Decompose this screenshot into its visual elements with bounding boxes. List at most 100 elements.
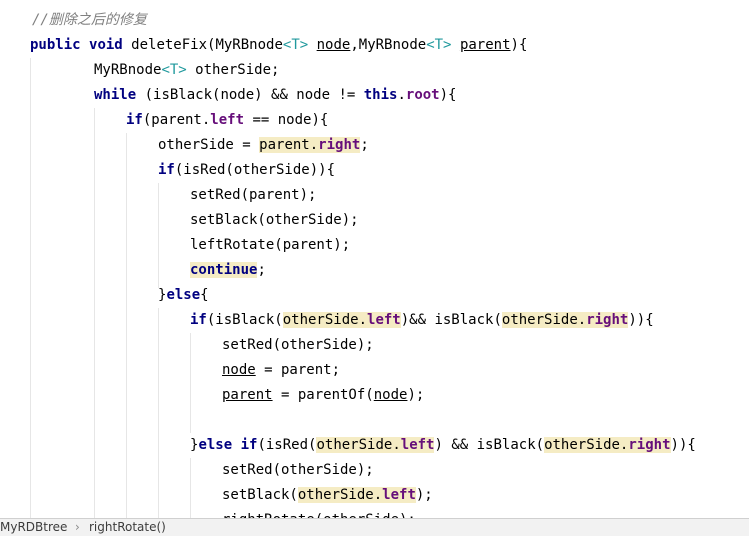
code-token: left — [210, 112, 245, 128]
code-token: setRed(otherSide); — [222, 337, 374, 353]
code-token: else — [166, 287, 201, 303]
indent-guide — [30, 58, 31, 518]
code-token: )){ — [628, 312, 654, 328]
code-editor[interactable]: //删除之后的修复 public void deleteFix(MyRBnode<… — [0, 0, 749, 518]
code-line[interactable]: setBlack(otherSide.left); — [222, 483, 433, 508]
code-token: = parent; — [255, 362, 341, 378]
code-token: otherSide. — [501, 312, 587, 328]
code-token: MyRBnode — [94, 62, 162, 78]
code-token: (isRed( — [257, 437, 317, 453]
code-token: this — [363, 87, 398, 103]
breadcrumb-separator-icon: › — [75, 520, 80, 534]
code-token: node — [222, 362, 256, 378]
code-token: while — [94, 87, 137, 103]
code-token: right — [586, 312, 629, 328]
code-token: if — [240, 437, 258, 453]
code-token: continue — [190, 262, 258, 278]
code-token: root — [405, 87, 440, 103]
code-token: { — [200, 287, 209, 303]
code-token: if — [190, 312, 207, 328]
code-token: (isRed(otherSide)){ — [174, 162, 336, 178]
code-line[interactable]: setBlack(otherSide); — [190, 208, 359, 233]
code-line[interactable]: while (isBlack(node) && node != this.roo… — [94, 83, 456, 108]
code-token: otherSide; — [186, 62, 280, 78]
breadcrumb-class[interactable]: MyRDBtree — [0, 519, 67, 536]
code-token: otherSide. — [544, 437, 629, 453]
code-line[interactable]: public void deleteFix(MyRBnode<T> node,M… — [30, 33, 527, 58]
code-token: node — [373, 387, 408, 403]
code-line[interactable]: }else if(isRed(otherSide.left) && isBlac… — [190, 433, 696, 458]
code-token: setBlack(otherSide); — [190, 212, 359, 228]
code-token: else — [198, 437, 233, 453]
code-token: ){ — [510, 37, 528, 53]
code-line[interactable]: if(parent.left == node){ — [126, 108, 328, 133]
code-token: void — [89, 37, 123, 53]
code-token: ,MyRBnode — [350, 37, 427, 53]
code-token: if — [126, 112, 143, 128]
code-token: right — [318, 137, 361, 153]
code-token: leftRotate(parent); — [190, 237, 351, 253]
code-token: ) && isBlack( — [434, 437, 545, 453]
code-token: node — [316, 37, 351, 53]
code-token: )&& isBlack( — [400, 312, 502, 328]
code-token: setRed(otherSide); — [222, 462, 374, 478]
code-token: <T> — [161, 62, 187, 78]
code-token: <T> — [282, 37, 309, 53]
code-token: deleteFix(MyRBnode — [122, 37, 283, 53]
code-token: left — [382, 487, 416, 503]
indent-guide — [126, 133, 127, 518]
code-line[interactable]: continue; — [190, 258, 266, 283]
code-token: otherSide. — [316, 437, 401, 453]
code-token: left — [367, 312, 401, 328]
code-token: public — [30, 37, 81, 53]
code-token: parent — [222, 387, 273, 403]
code-line[interactable]: //删除之后的修复 — [32, 8, 147, 33]
code-token: right — [628, 437, 671, 453]
code-token: == node){ — [244, 112, 329, 128]
code-line[interactable]: setRed(parent); — [190, 183, 316, 208]
code-token: setBlack( — [222, 487, 298, 503]
code-line[interactable]: parent = parentOf(node); — [222, 383, 424, 408]
code-token: left — [400, 437, 435, 453]
code-token: ){ — [439, 87, 457, 103]
code-token: = parentOf( — [272, 387, 374, 403]
code-line[interactable]: leftRotate(parent); — [190, 233, 350, 258]
code-line[interactable]: if(isRed(otherSide)){ — [158, 158, 335, 183]
code-line[interactable]: }else{ — [158, 283, 209, 308]
indent-guide — [158, 308, 159, 518]
code-token: (isBlack( — [206, 312, 283, 328]
code-token: (isBlack(node) && node != — [136, 87, 364, 103]
code-line[interactable]: MyRBnode<T> otherSide; — [94, 58, 279, 83]
code-token: otherSide. — [282, 312, 368, 328]
code-token: ; — [257, 262, 266, 278]
code-token: (parent. — [142, 112, 211, 128]
code-token: ; — [360, 137, 369, 153]
status-bar: MyRDBtree › rightRotate() — [0, 518, 749, 536]
code-token: otherSide. — [297, 487, 383, 503]
code-token: //删除之后的修复 — [32, 12, 147, 28]
code-token: . — [397, 87, 406, 103]
code-token: parent — [459, 37, 511, 53]
code-line[interactable]: node = parent; — [222, 358, 340, 383]
code-line[interactable]: rightRotate(otherSide); — [222, 508, 416, 518]
code-line[interactable]: setRed(otherSide); — [222, 458, 374, 483]
indent-guide — [94, 108, 95, 518]
code-token: parent. — [259, 137, 319, 153]
code-token: ); — [415, 487, 433, 503]
code-token: if — [158, 162, 175, 178]
code-line[interactable]: otherSide = parent.right; — [158, 133, 369, 158]
code-token: ); — [407, 387, 425, 403]
code-token: <T> — [426, 37, 452, 53]
indent-guide — [190, 333, 191, 433]
code-token: )){ — [670, 437, 696, 453]
code-line[interactable]: setRed(otherSide); — [222, 333, 374, 358]
code-token: setRed(parent); — [190, 187, 317, 203]
indent-guide — [190, 458, 191, 518]
breadcrumb-method[interactable]: rightRotate() — [89, 519, 166, 536]
code-token: otherSide = — [158, 137, 260, 153]
code-line[interactable]: if(isBlack(otherSide.left)&& isBlack(oth… — [190, 308, 654, 333]
